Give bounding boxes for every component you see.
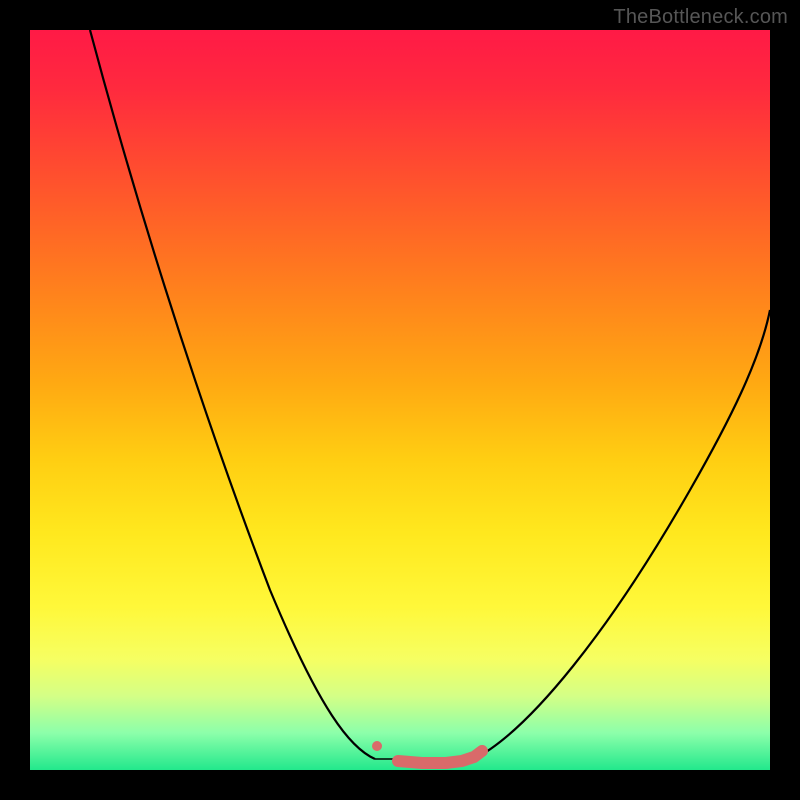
curve-left-branch (90, 30, 375, 759)
chart-frame: TheBottleneck.com (0, 0, 800, 800)
curve-right-branch (474, 310, 770, 759)
plot-area (30, 30, 770, 770)
watermark-text: TheBottleneck.com (613, 6, 788, 29)
bottleneck-curve (30, 30, 770, 770)
